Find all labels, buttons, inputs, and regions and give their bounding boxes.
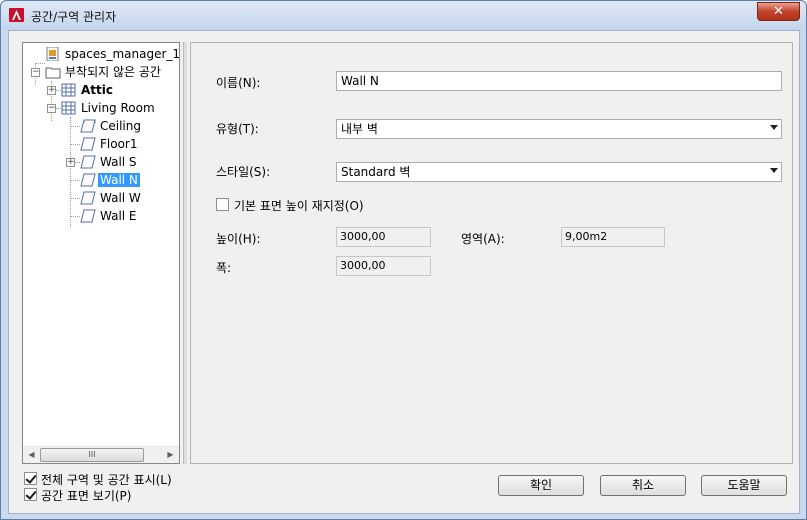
chevron-down-icon (770, 125, 778, 130)
height-label: 높이(H): (216, 232, 261, 246)
surface-icon (80, 137, 96, 151)
scroll-right-icon[interactable]: ▶ (162, 447, 179, 463)
horizontal-scrollbar[interactable]: ◀ III ▶ (23, 446, 179, 463)
tree-item-floor1[interactable]: Floor1 (80, 135, 140, 153)
name-field[interactable]: Wall N (336, 71, 782, 91)
zone-grid-icon (61, 101, 76, 115)
space-tree[interactable]: spaces_manager_1.dwg − 부착되지 않은 공간 + (22, 42, 180, 464)
help-button[interactable]: 도움말 (701, 475, 787, 496)
tree-item-ceiling[interactable]: Ceiling (80, 117, 143, 135)
cancel-button[interactable]: 취소 (600, 475, 686, 496)
name-label: 이름(N): (216, 76, 261, 90)
surface-icon (80, 209, 96, 223)
show-surfaces-checkbox[interactable] (24, 488, 37, 501)
type-dropdown[interactable]: 내부 벽 (336, 119, 782, 139)
override-height-checkbox[interactable] (216, 198, 229, 211)
drawing-file-icon (46, 47, 59, 61)
tree-item-wall-w[interactable]: Wall W (80, 189, 143, 207)
close-button[interactable]: ✕ (757, 2, 800, 21)
style-dropdown[interactable]: Standard 벽 (336, 162, 782, 182)
height-value: 3000,00 (336, 227, 431, 247)
folder-icon (45, 67, 61, 79)
width-label: 폭: (216, 261, 232, 275)
autocad-app-icon (9, 8, 24, 22)
tree-item-wall-e[interactable]: Wall E (80, 207, 139, 225)
title-bar[interactable]: 공간/구역 관리자 ✕ (1, 1, 806, 30)
area-value: 9,00m2 (561, 227, 665, 247)
type-dropdown-value: 내부 벽 (341, 122, 378, 136)
surface-icon (80, 119, 96, 133)
tree-item-unattached[interactable]: 부착되지 않은 공간 (45, 63, 163, 81)
area-label: 영역(A): (461, 232, 505, 246)
style-dropdown-value: Standard 벽 (341, 165, 411, 179)
collapse-toggle[interactable]: − (47, 104, 56, 113)
surface-icon (80, 155, 96, 169)
tree-item-wall-s[interactable]: Wall S (80, 153, 139, 171)
tree-item-wall-n[interactable]: Wall N (80, 171, 140, 189)
space-zone-manager-dialog: 공간/구역 관리자 ✕ spaces_manager_1 − 부착되지 않은 공… (0, 0, 807, 520)
surface-icon (80, 191, 96, 205)
tree-item-root[interactable]: spaces_manager_1.dwg (45, 45, 179, 63)
dialog-client-area: spaces_manager_1.dwg − 부착되지 않은 공간 + (8, 30, 800, 514)
style-label: 스타일(S): (216, 165, 271, 179)
scroll-left-icon[interactable]: ◀ (23, 447, 40, 463)
properties-panel: 이름(N): Wall N 유형(T): 내부 벽 스타일(S): Standa… (190, 42, 793, 464)
collapse-toggle[interactable]: − (31, 68, 40, 77)
override-height-label: 기본 표면 높이 재지정(O) (234, 199, 364, 213)
show-all-checkbox[interactable] (24, 472, 37, 485)
zone-grid-icon (61, 83, 76, 97)
tree-item-living-room[interactable]: Living Room (61, 99, 157, 117)
window-title: 공간/구역 관리자 (31, 10, 117, 24)
width-value: 3000,00 (336, 256, 431, 276)
surface-icon (80, 173, 96, 187)
expand-toggle[interactable]: + (47, 86, 56, 95)
panel-splitter[interactable] (183, 42, 187, 464)
show-all-label: 전체 구역 및 공간 표시(L) (41, 473, 172, 487)
expand-toggle[interactable]: + (66, 158, 75, 167)
type-label: 유형(T): (216, 122, 259, 136)
tree-item-attic[interactable]: Attic (61, 81, 115, 99)
ok-button[interactable]: 확인 (498, 475, 584, 496)
show-surfaces-label: 공간 표면 보기(P) (41, 489, 132, 503)
scroll-thumb[interactable]: III (40, 448, 144, 462)
chevron-down-icon (770, 168, 778, 173)
